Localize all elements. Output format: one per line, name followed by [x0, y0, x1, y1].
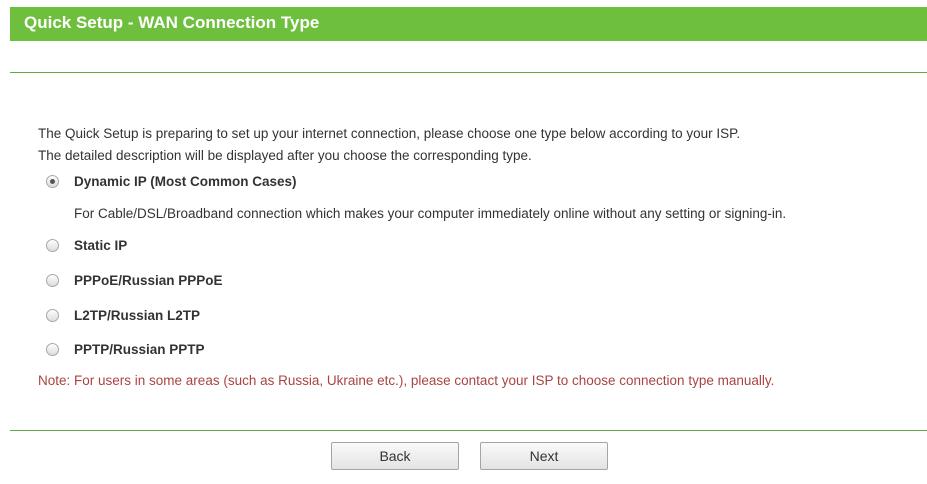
option-l2tp[interactable]: L2TP/Russian L2TP: [46, 305, 200, 325]
option-label: PPPoE/Russian PPPoE: [74, 272, 223, 288]
page-title: Quick Setup - WAN Connection Type: [24, 13, 320, 32]
option-label: Dynamic IP (Most Common Cases): [74, 173, 297, 189]
radio-unchecked-icon[interactable]: [46, 342, 59, 356]
isp-note: Note: For users in some areas (such as R…: [38, 373, 775, 388]
option-label: Static IP: [74, 237, 128, 253]
option-pptp[interactable]: PPTP/Russian PPTP: [46, 339, 205, 359]
option-label: L2TP/Russian L2TP: [74, 307, 201, 323]
option-dynamic-ip[interactable]: Dynamic IP (Most Common Cases): [46, 171, 297, 191]
option-label: PPTP/Russian PPTP: [74, 341, 205, 357]
radio-unchecked-icon[interactable]: [46, 308, 59, 322]
radio-checked-icon[interactable]: [46, 174, 59, 188]
intro-text-line-1: The Quick Setup is preparing to set up y…: [38, 126, 741, 141]
intro-text-line-2: The detailed description will be display…: [38, 148, 532, 163]
option-static-ip[interactable]: Static IP: [46, 235, 127, 255]
quick-setup-page: Quick Setup - WAN Connection Type The Qu…: [10, 0, 927, 484]
title-bar: Quick Setup - WAN Connection Type: [10, 7, 927, 41]
dynamic-ip-description: For Cable/DSL/Broadband connection which…: [74, 206, 787, 221]
option-pppoe[interactable]: PPPoE/Russian PPPoE: [46, 270, 223, 290]
radio-unchecked-icon[interactable]: [46, 273, 59, 287]
bottom-divider: [10, 430, 927, 431]
next-button[interactable]: Next: [480, 442, 608, 470]
radio-unchecked-icon[interactable]: [46, 238, 59, 252]
back-button[interactable]: Back: [331, 442, 459, 470]
top-divider: [10, 72, 927, 73]
